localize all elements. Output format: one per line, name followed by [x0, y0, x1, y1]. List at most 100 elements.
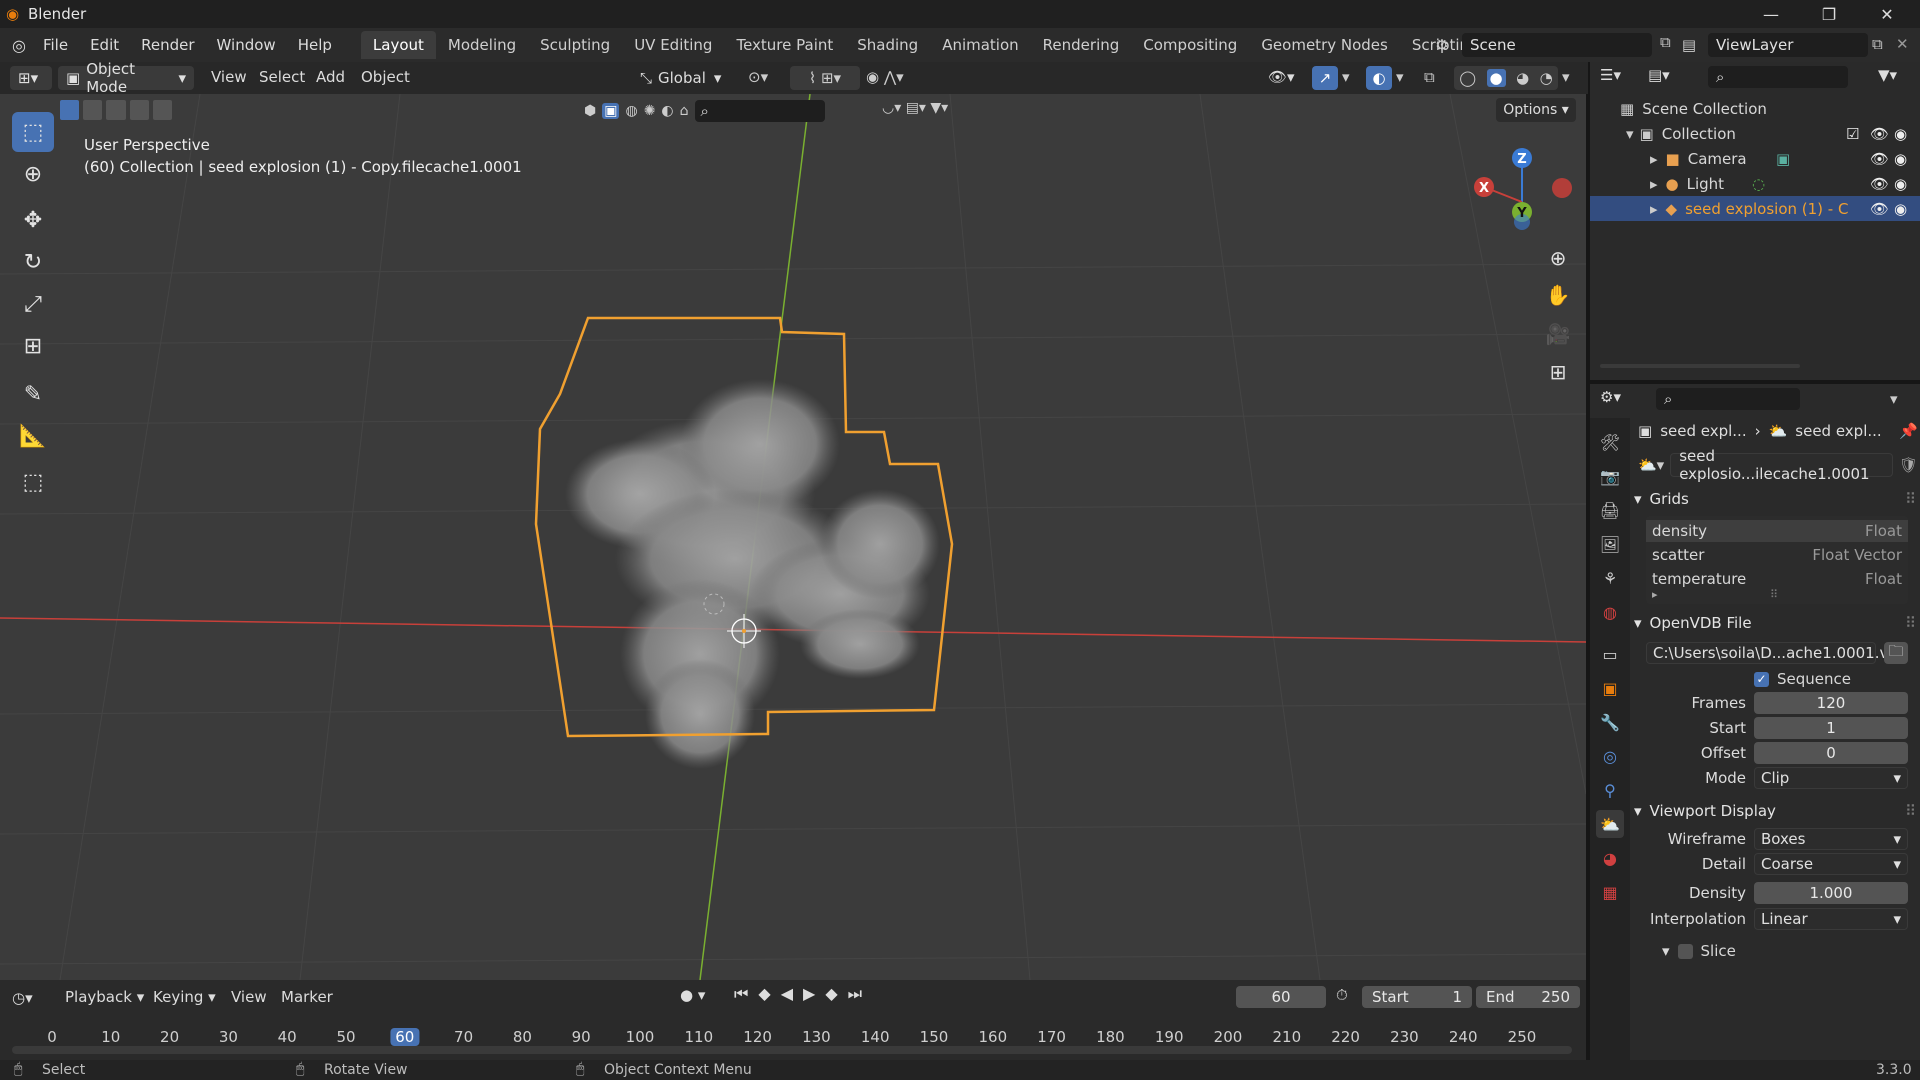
eye-icon[interactable]: 👁 — [1870, 175, 1889, 193]
add-cube-tool[interactable]: ⬚ — [12, 462, 54, 502]
camera-data-icon[interactable]: ▣ — [1776, 150, 1790, 168]
openvdb-panel-header[interactable]: ▾ OpenVDB File ⠿ — [1634, 610, 1916, 636]
tab-compositing[interactable]: Compositing — [1131, 31, 1249, 59]
tab-shading[interactable]: Shading — [845, 31, 930, 59]
slice-subpanel-header[interactable]: ▾ Slice — [1662, 942, 1736, 960]
file-browse-icon[interactable]: 🗀 — [1884, 642, 1908, 664]
eye-icon[interactable]: 👁 — [1870, 200, 1889, 218]
close-icon[interactable]: ✕ — [1858, 0, 1916, 28]
density-field[interactable]: 1.000 — [1754, 882, 1908, 904]
outliner-editor-type-icon[interactable]: ☰▾ — [1600, 66, 1621, 84]
list-resize-icon[interactable]: ⠿ — [1770, 588, 1778, 601]
move-tool[interactable]: ✥ — [12, 200, 54, 240]
world-tab-icon[interactable]: ◍ — [1596, 598, 1624, 626]
cursor-tool[interactable]: ⊕ — [12, 154, 54, 194]
output-tab-icon[interactable]: 🖨 — [1596, 496, 1624, 524]
eye-icon[interactable]: 👁 — [1870, 125, 1889, 143]
expand-icon[interactable]: ▾ — [1626, 125, 1634, 143]
render-camera-icon[interactable]: ◉ — [1894, 125, 1907, 143]
select-subtract-icon[interactable] — [106, 100, 126, 120]
scene-selector-icon[interactable]: ⚙ — [1428, 33, 1456, 57]
tab-modeling[interactable]: Modeling — [436, 31, 528, 59]
menu-edit[interactable]: Edit — [79, 36, 130, 54]
transform-tool[interactable]: ⊞ — [12, 326, 54, 366]
menu-add[interactable]: Add — [305, 68, 356, 86]
transform-orientation[interactable]: ⤡ Global ▾ — [640, 66, 721, 90]
render-camera-icon[interactable]: ◉ — [1894, 175, 1907, 193]
display-mode-icon[interactable]: ▤▾ — [1648, 66, 1670, 84]
collection-tab-icon[interactable]: ▭ — [1596, 640, 1624, 668]
tab-animation[interactable]: Animation — [930, 31, 1030, 59]
sphere-icon[interactable]: ◍ — [625, 103, 637, 119]
select-mode-buttons[interactable] — [60, 100, 173, 124]
properties-options-icon[interactable]: ▾ — [1890, 390, 1898, 408]
data-tab-icon[interactable]: ⛅ — [1596, 810, 1624, 838]
fake-user-icon[interactable]: 🛡 — [1899, 456, 1918, 474]
outliner-filter-icon[interactable]: ▼▾ — [1878, 66, 1897, 84]
menu-file[interactable]: File — [32, 36, 79, 54]
list-item[interactable]: density Float — [1646, 520, 1908, 542]
camera-filter-icon[interactable]: ⌂ — [680, 103, 689, 119]
tab-uv-editing[interactable]: UV Editing — [622, 31, 724, 59]
remove-view-layer-icon[interactable]: ✕ — [1896, 35, 1909, 53]
expand-icon[interactable]: ▸ — [1650, 175, 1658, 193]
pin-icon[interactable]: 📌 — [1899, 422, 1918, 440]
drag-handle-icon[interactable]: ⠿ — [1905, 802, 1916, 820]
menu-window[interactable]: Window — [206, 36, 287, 54]
select-intersect-icon[interactable] — [152, 100, 173, 120]
minimize-icon[interactable]: — — [1742, 0, 1800, 28]
viewport-filter-bar[interactable]: ⬢ ▣ ◍ ✺ ◐ ⌂ ⌕ — [584, 100, 874, 122]
outliner-item-volume[interactable]: ▸ ◆ seed explosion (1) - C 👁 ◉ — [1590, 196, 1920, 221]
wireframe-shading-icon[interactable]: ◯ — [1459, 69, 1476, 87]
drag-handle-icon[interactable]: ⠿ — [1905, 490, 1916, 508]
select-box-tool[interactable]: ⬚ — [12, 112, 54, 152]
3d-viewport[interactable]: Z X Y User Perspective (60) Collection |… — [0, 94, 1586, 980]
light-filter-icon[interactable]: ✺ — [644, 103, 656, 119]
list-item[interactable]: scatter Float Vector — [1646, 544, 1908, 566]
outliner-search-input[interactable]: ⌕ — [1708, 66, 1848, 88]
menu-render[interactable]: Render — [130, 36, 205, 54]
measure-tool[interactable]: 📐 — [12, 416, 54, 456]
tab-layout[interactable]: Layout — [360, 31, 436, 59]
texture-tab-icon[interactable]: ▦ — [1596, 878, 1624, 906]
viewport-search-input[interactable]: ⌕ — [694, 100, 825, 122]
datablock-browse-icon[interactable]: ⛅▾ — [1638, 456, 1664, 474]
snap-icon[interactable]: ⌇ ⊞▾ — [790, 66, 860, 90]
options-dropdown[interactable]: Options ▾ — [1496, 98, 1576, 122]
render-camera-icon[interactable]: ◉ — [1894, 150, 1907, 168]
outliner-item-light[interactable]: ▸ ● Light ◌ 👁 ◉ — [1590, 171, 1920, 196]
tab-geometry-nodes[interactable]: Geometry Nodes — [1249, 31, 1400, 59]
offset-field[interactable]: 0 — [1754, 742, 1908, 764]
outliner-item-camera[interactable]: ▸ ■ Camera ▣ 👁 ◉ — [1590, 146, 1920, 171]
grids-list[interactable]: density Float scatter Float Vector tempera… — [1646, 516, 1908, 604]
tab-texture-paint[interactable]: Texture Paint — [724, 31, 845, 59]
outliner-scene-collection[interactable]: ▦ Scene Collection — [1590, 96, 1920, 121]
detail-dropdown[interactable]: Coarse ▾ — [1754, 853, 1908, 875]
modifier-tab-icon[interactable]: 🔧 — [1596, 708, 1624, 736]
scene-name-field[interactable]: Scene — [1462, 33, 1652, 57]
new-view-layer-icon[interactable]: ⧉ — [1872, 35, 1883, 53]
list-expand-icon[interactable]: ▸ — [1652, 588, 1658, 601]
mode-dropdown[interactable]: Clip ▾ — [1754, 767, 1908, 789]
overlay-dropdown-icon[interactable]: ▾ — [1396, 68, 1404, 86]
maximize-icon[interactable]: ❐ — [1800, 0, 1858, 28]
overlay-toggle-icon[interactable]: ◐ — [1366, 66, 1392, 90]
perspective-toggle-icon[interactable]: ⊞ — [1540, 354, 1576, 390]
world-icon[interactable]: ◐ — [661, 103, 673, 119]
wireframe-dropdown[interactable]: Boxes ▾ — [1754, 828, 1908, 850]
pan-icon[interactable]: ✋ — [1540, 277, 1576, 313]
render-camera-icon[interactable]: ◉ — [1894, 200, 1907, 218]
exclude-checkbox[interactable]: ☑ — [1846, 125, 1859, 143]
solid-shading-icon[interactable]: ● — [1486, 69, 1506, 87]
light-data-icon[interactable]: ◌ — [1752, 175, 1765, 193]
camera-view-icon[interactable]: 🎥 — [1540, 316, 1576, 352]
material-tab-icon[interactable]: ◕ — [1596, 844, 1624, 872]
viewport-filter-icons[interactable]: ◡▾ ▤▾ ▼▾ — [882, 100, 948, 116]
slice-checkbox[interactable] — [1677, 943, 1693, 959]
rendered-shading-icon[interactable]: ◔ — [1540, 69, 1553, 87]
render-tab-icon[interactable]: 📷 — [1596, 462, 1624, 490]
editor-type-icon[interactable]: ⊞▾ — [10, 66, 52, 90]
current-frame-indicator[interactable]: 60 — [390, 1028, 420, 1046]
tab-sculpting[interactable]: Sculpting — [528, 31, 622, 59]
object-type-icon[interactable]: ⬢ — [584, 103, 596, 119]
